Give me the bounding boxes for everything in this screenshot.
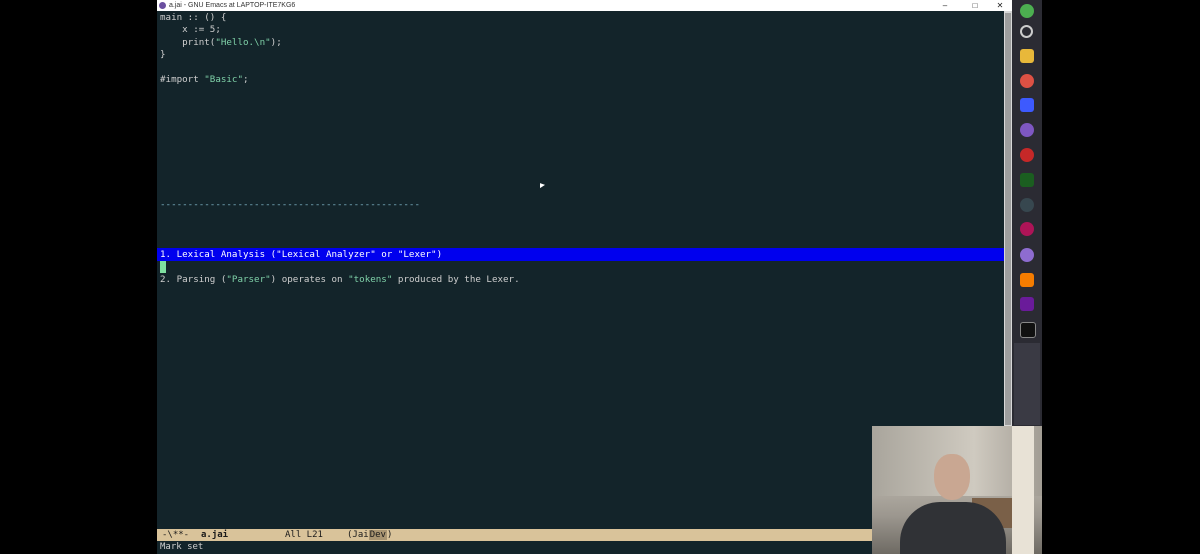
emacs-icon[interactable] [1020, 248, 1034, 262]
chrome-icon[interactable] [1020, 74, 1034, 88]
list-item: 2. Parsing ("Parser") operates on "token… [160, 274, 520, 286]
text-cursor [160, 261, 166, 273]
buffer-position: All L21 [285, 530, 323, 540]
code-text: produced by the Lexer. [392, 274, 520, 285]
string-literal: "Parser" [226, 274, 271, 285]
highlighted-line: 1. Lexical Analysis ("Lexical Analyzer" … [157, 248, 1004, 261]
circle-icon[interactable] [1020, 198, 1034, 212]
mouse-pointer-icon [540, 183, 545, 190]
mode-name: (Jai [347, 530, 369, 540]
console-icon[interactable] [1020, 322, 1036, 338]
title-bar: a.jai - GNU Emacs at LAPTOP-ITE7KG6 – □ … [157, 0, 1012, 11]
code-text: print( [160, 37, 216, 48]
app-icon[interactable] [1020, 222, 1034, 236]
buffer-name[interactable]: a.jai [201, 529, 228, 541]
code-text: 2. Parsing ( [160, 274, 227, 285]
code-line: } [160, 49, 166, 60]
code-line: main :: () { [160, 12, 227, 23]
visual-studio-icon[interactable] [1020, 297, 1034, 311]
emacs-app-icon [159, 2, 166, 9]
code-line: print("Hello.\n"); [160, 37, 282, 49]
string-literal: "Basic" [204, 74, 243, 85]
mode-name-dim: Dev [368, 530, 387, 540]
code-text: #import [160, 74, 205, 85]
grid-icon[interactable] [1020, 4, 1034, 18]
scrollbar-thumb[interactable] [1005, 13, 1011, 425]
vlc-icon[interactable] [1020, 273, 1034, 287]
terminal-icon[interactable] [1020, 173, 1034, 187]
modified-status: -\**- [162, 530, 190, 540]
code-text: ) operates on [270, 274, 349, 285]
string-literal: "Hello.\n" [215, 37, 271, 48]
search-icon[interactable] [1020, 25, 1033, 38]
maximize-button[interactable]: □ [965, 0, 985, 11]
webcam-person-body [900, 502, 1006, 554]
code-text: ); [270, 37, 282, 48]
app-icon[interactable] [1020, 98, 1034, 112]
webcam-overlay [872, 426, 1042, 554]
list-item: 1. Lexical Analysis ("Lexical Analyzer" … [160, 249, 443, 260]
major-mode[interactable]: (JaiDev) [347, 529, 392, 541]
mode-close: ) [386, 530, 393, 540]
string-literal: "tokens" [348, 274, 393, 285]
window-title: a.jai - GNU Emacs at LAPTOP-ITE7KG6 [169, 2, 296, 9]
code-text: ; [243, 74, 249, 85]
minimize-button[interactable]: – [935, 0, 955, 11]
app-icon[interactable] [1020, 148, 1034, 162]
folder-icon[interactable] [1020, 49, 1034, 63]
taskbar-empty-area [1014, 343, 1040, 425]
webcam-door [1012, 426, 1034, 554]
separator-line: ----------------------------------------… [160, 199, 420, 210]
close-button[interactable]: ✕ [990, 0, 1010, 11]
emacs-icon[interactable] [1020, 123, 1034, 137]
code-line: x := 5; [160, 24, 221, 35]
webcam-person-head [934, 454, 970, 500]
code-line: #import "Basic"; [160, 74, 249, 86]
